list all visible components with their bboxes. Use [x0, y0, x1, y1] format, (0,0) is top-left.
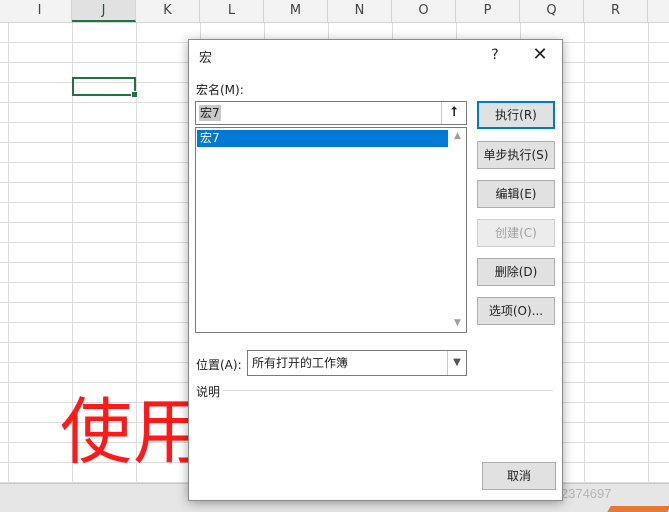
- macro-name-label: 宏名(M):: [196, 83, 244, 97]
- column-header-l[interactable]: L: [200, 0, 264, 22]
- column-header-o[interactable]: O: [392, 0, 456, 22]
- dialog-title: 宏: [199, 51, 213, 66]
- scroll-down-icon[interactable]: ▼: [449, 315, 466, 332]
- column-header-p[interactable]: P: [456, 0, 520, 22]
- macro-name-value: 宏7: [199, 105, 221, 121]
- description-divider: [223, 390, 553, 391]
- cancel-button[interactable]: 取消: [482, 462, 556, 490]
- column-header-i[interactable]: I: [8, 0, 72, 22]
- fill-handle[interactable]: [131, 91, 138, 98]
- edit-button[interactable]: 编辑(E): [477, 180, 555, 208]
- location-select[interactable]: 所有打开的工作簿 ▼: [247, 350, 467, 376]
- column-header-k[interactable]: K: [136, 0, 200, 22]
- description-label: 说明: [196, 385, 221, 399]
- accent-stripe: [607, 506, 669, 512]
- column-header-j[interactable]: J: [72, 0, 136, 22]
- options-button[interactable]: 选项(O)...: [477, 297, 555, 325]
- macro-dialog: 宏 ? ✕ 宏名(M): 宏7 ⭡ 宏7 ▲ ▼ 执行(R) 单步执行(S) 编…: [188, 39, 563, 501]
- close-button[interactable]: ✕: [522, 42, 558, 68]
- collapse-arrow-icon[interactable]: ⭡: [441, 102, 466, 124]
- scroll-up-icon[interactable]: ▲: [449, 128, 466, 145]
- delete-button[interactable]: 删除(D): [477, 258, 555, 286]
- run-button[interactable]: 执行(R): [477, 101, 555, 129]
- column-header-row: I J K L M N O P Q R: [0, 0, 669, 23]
- column-header-n[interactable]: N: [328, 0, 392, 22]
- chevron-down-icon[interactable]: ▼: [447, 351, 466, 375]
- macro-list[interactable]: 宏7 ▲ ▼: [195, 127, 467, 333]
- macro-name-input[interactable]: 宏7 ⭡: [195, 101, 467, 125]
- column-header-q[interactable]: Q: [520, 0, 584, 22]
- help-button[interactable]: ?: [477, 42, 513, 68]
- column-header-r[interactable]: R: [584, 0, 648, 22]
- create-button[interactable]: 创建(C): [477, 219, 555, 247]
- column-header-m[interactable]: M: [264, 0, 328, 22]
- location-value: 所有打开的工作簿: [252, 356, 349, 370]
- step-into-button[interactable]: 单步执行(S): [477, 141, 555, 169]
- scrollbar[interactable]: ▲ ▼: [449, 128, 466, 332]
- location-label: 位置(A):: [196, 358, 242, 372]
- list-item[interactable]: 宏7: [197, 130, 448, 147]
- selected-cell[interactable]: [72, 77, 138, 98]
